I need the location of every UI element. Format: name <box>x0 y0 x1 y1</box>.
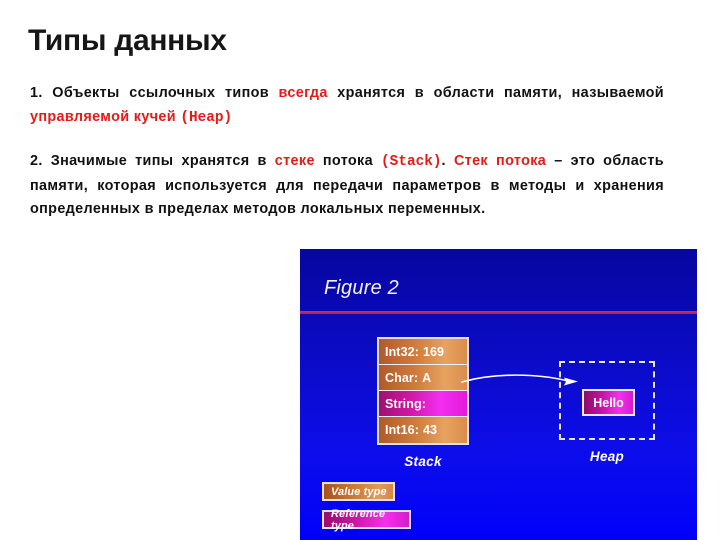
page-title: Типы данных <box>28 24 227 57</box>
stack-row-value: 169 <box>422 344 445 359</box>
heap-region-boundary: Hello <box>559 361 655 440</box>
paragraph-1-highlight-2: управляемой кучей <box>30 108 176 125</box>
stack-frame: Int32:169 Char: A String: Int16:43 <box>377 337 469 445</box>
paragraph-1-highlight-1: всегда <box>278 85 328 101</box>
figure-caption: Figure 2 <box>324 277 399 299</box>
stack-row: Int32:169 <box>379 339 467 365</box>
stack-row-type: Int16 <box>385 423 415 437</box>
paragraph-2-segment-3: . <box>441 153 454 169</box>
stack-row-type: Char <box>385 370 414 385</box>
stack-row: Char: A <box>379 365 467 391</box>
heap-object-hello: Hello <box>582 389 635 416</box>
legend-item-reference-type: Reference type <box>322 508 411 532</box>
stack-label: Stack <box>404 454 442 469</box>
stack-row-separator: : <box>421 396 426 411</box>
paragraph-2-highlight-1: стеке <box>274 153 315 169</box>
stack-row: String: <box>379 391 467 417</box>
paragraph-2: 2. Значимые типы хранятся в стеке потока… <box>30 150 664 222</box>
paragraph-1-segment-1: 1. Объекты ссылочных типов <box>30 85 279 101</box>
paragraph-1: 1. Объекты ссылочных типов всегда хранят… <box>30 82 664 130</box>
paragraph-2-segment-1: 2. Значимые типы хранятся в <box>30 153 275 169</box>
figure-divider-rule <box>300 311 697 314</box>
stack-row-type: String <box>385 396 422 411</box>
heap-label: Heap <box>589 449 625 464</box>
paragraph-1-segment-2: хранятся в области памяти, называемой <box>327 85 665 101</box>
stack-row-value: A <box>422 370 432 385</box>
paragraph-2-highlight-2: (Stack) <box>381 154 442 170</box>
figure-panel: Figure 2 Int32:169 Char: A String: Int16:… <box>300 249 697 540</box>
stack-row: Int16:43 <box>379 417 467 443</box>
heap-group: Hello Heap <box>559 361 655 464</box>
paragraph-2-highlight-3: Стек потока <box>453 153 547 169</box>
slide-body-text: 1. Объекты ссылочных типов всегда хранят… <box>30 82 664 222</box>
figure-legend: Value type Reference type <box>322 482 411 538</box>
paragraph-2-segment-2: потока <box>314 153 382 169</box>
stack-row-type: Int32 <box>385 344 415 359</box>
stack-row-separator: : <box>413 370 419 385</box>
legend-item-value-type: Value type <box>322 482 395 501</box>
paragraph-1-highlight-3: (Heap) <box>180 109 233 126</box>
stack-row-separator: : <box>414 344 419 359</box>
stack-row-separator: : <box>414 423 419 437</box>
stack-group: Int32:169 Char: A String: Int16:43 Stack <box>377 337 469 469</box>
stack-row-value: 43 <box>422 423 438 437</box>
